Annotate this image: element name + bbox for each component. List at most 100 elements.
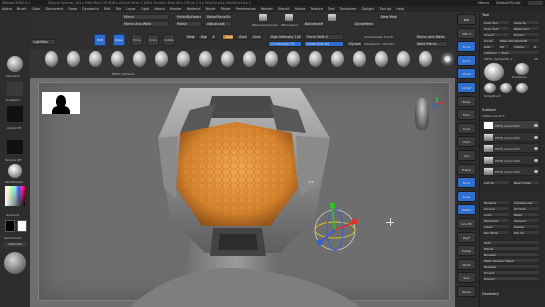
boolean-button[interactable]: Boolean [482, 252, 540, 257]
shelf-brush-icon[interactable] [155, 51, 168, 67]
toolstrip-button-zoom[interactable]: Zoom [457, 54, 476, 66]
shelf-brush-icon[interactable] [177, 51, 190, 67]
visibility-eye-icon[interactable] [534, 124, 538, 127]
toolstrip-button-local[interactable]: Local [457, 122, 476, 134]
subtool-header[interactable]: Subtool [482, 108, 496, 112]
axis-gizmo-icon[interactable] [430, 96, 444, 110]
tool-thumbnail[interactable] [515, 63, 529, 75]
lightbox-button[interactable]: LightBox [30, 39, 56, 45]
visible-button[interactable]: Visible [512, 44, 530, 49]
import-button[interactable]: Import [482, 32, 510, 37]
menu-edit[interactable]: Edit [104, 7, 111, 11]
menu-light[interactable]: Light [141, 7, 149, 11]
project-button[interactable]: Project [482, 270, 540, 275]
toolstrip-button-aahalf[interactable]: AAHalf [457, 82, 476, 93]
menu-zplugin[interactable]: Zplugin [362, 7, 375, 11]
move-mode-button[interactable]: Move [131, 34, 143, 46]
secondary-color-swatch[interactable] [17, 220, 27, 232]
material-sphere-icon[interactable] [4, 252, 26, 274]
transform-gizmo[interactable] [310, 198, 360, 258]
mirror-and-weld-button[interactable]: Mirror And Weld [121, 21, 169, 27]
shelf-brush-icon[interactable] [133, 51, 146, 67]
brush-icon[interactable] [7, 56, 23, 72]
shelf-brush-icon[interactable] [331, 51, 344, 67]
menu-color[interactable]: Color [32, 7, 41, 11]
menu-marker[interactable]: Marker [170, 7, 182, 11]
shelf-brush-icon[interactable] [89, 51, 102, 67]
menu-render[interactable]: Render [261, 7, 273, 11]
mirror-weld-button[interactable]: Mirror and Weld [414, 34, 448, 40]
shelf-brush-icon[interactable] [45, 51, 58, 67]
menu-stencil[interactable]: Stencil [278, 7, 289, 11]
toolstrip-button-line-fill[interactable]: Line Fill [457, 218, 476, 229]
append-button[interactable]: Append [512, 218, 540, 223]
toolstrip-button-transp[interactable]: Transp [457, 245, 476, 257]
menu-help[interactable]: Help [396, 7, 404, 11]
zsub-button[interactable]: Zsub [236, 34, 248, 40]
toolstrip-button-move[interactable]: Move [457, 177, 476, 189]
main-color-swatch[interactable] [5, 220, 15, 232]
texture-icon[interactable] [7, 140, 23, 154]
menu-material[interactable]: Material [187, 7, 201, 11]
tool-thumbnail[interactable] [484, 83, 496, 93]
export-button[interactable]: Export [512, 32, 540, 37]
subtool-row[interactable]: PM3D_Sphere3D5 [482, 166, 540, 176]
shelf-brush-icon[interactable] [111, 51, 124, 67]
del-all-button[interactable]: Del All [512, 230, 540, 235]
visibility-eye-icon[interactable] [534, 147, 538, 150]
clone-button[interactable]: Clone [482, 38, 496, 43]
zadd-button[interactable]: Zadd [222, 34, 234, 40]
menu-macro[interactable]: Macro [154, 7, 164, 11]
toolstrip-button-polyf[interactable]: PolyF [457, 231, 476, 243]
menus-toggle[interactable]: Menus [478, 1, 489, 5]
switch-color-label[interactable]: SwitchColor [4, 236, 22, 240]
save-as-button[interactable]: Save As [512, 20, 540, 25]
menu-texture[interactable]: Texture [310, 7, 322, 11]
paste-tool-button[interactable]: Paste Tool [512, 26, 540, 31]
shelf-brush-icon[interactable] [243, 51, 256, 67]
copy-tool-button[interactable]: Copy Tool [482, 26, 510, 31]
shelf-brush-icon[interactable] [353, 51, 366, 67]
menu-document[interactable]: Document [46, 7, 64, 11]
lightbox-tools-button[interactable]: Lightbox > Tools [482, 50, 540, 55]
insert-button[interactable]: Insert [482, 224, 510, 229]
zcut-button[interactable]: Zcut [250, 34, 262, 40]
dynamesh-button[interactable]: DynaMesh [352, 21, 376, 27]
scale-mode-button[interactable]: Scale [147, 34, 159, 46]
visibility-eye-icon[interactable] [534, 135, 538, 139]
all-high-button[interactable]: All High [512, 206, 540, 211]
toolstrip-button-scale[interactable]: Scale [457, 190, 476, 202]
visibility-eye-icon[interactable] [534, 158, 538, 162]
dynamic-toggle[interactable]: Dynamic [346, 41, 362, 47]
geometry-header[interactable]: Geometry [482, 292, 499, 296]
new-mesh-button[interactable]: New Mesh [378, 14, 398, 20]
shelf-brush-icon[interactable] [221, 51, 234, 67]
subtool-row[interactable]: PM3D_Sphere3D2 [482, 131, 540, 142]
toolstrip-button-xpose[interactable]: Xpose [457, 286, 476, 297]
menu-file[interactable]: File [116, 7, 122, 11]
make-polymesh-button[interactable]: Make PolyMesh3D [498, 38, 540, 43]
color-picker[interactable] [5, 186, 25, 206]
toolstrip-button-rotate[interactable]: Rotate [457, 204, 476, 216]
window-controls[interactable] [528, 1, 543, 5]
split-button[interactable]: Split [482, 240, 540, 245]
duplicate-button[interactable]: Duplicate [482, 218, 510, 223]
delete-button[interactable]: Delete [512, 224, 540, 229]
menu-alpha[interactable]: Alpha [2, 7, 12, 11]
adjust-last-button[interactable]: AdjustLast [204, 21, 232, 27]
z-intensity-slider[interactable]: Z Intensity 25 [268, 41, 302, 47]
autoreorder-button[interactable]: AutoReorder [512, 200, 540, 205]
new-folder-button[interactable]: New Folder [512, 180, 540, 185]
menu-zscript[interactable]: Zscript [379, 7, 391, 11]
polish-by-features-button[interactable]: PolishByFeatures [174, 14, 202, 20]
shelf-brush-icon[interactable] [67, 51, 80, 67]
default-zscript[interactable]: DefaultZScript [496, 1, 521, 5]
shelf-brush-icon[interactable] [199, 51, 212, 67]
shelf-brush-icon[interactable] [419, 51, 432, 67]
alpha-icon[interactable] [7, 106, 23, 122]
load-tool-button[interactable]: Load Tool [482, 20, 510, 25]
shelf-brush-icon[interactable] [441, 51, 454, 67]
subtool-row[interactable]: PM3D_Sphere3D4 [482, 154, 540, 165]
visibility-eye-icon[interactable] [534, 170, 538, 173]
shelf-brush-icon[interactable] [287, 51, 300, 67]
